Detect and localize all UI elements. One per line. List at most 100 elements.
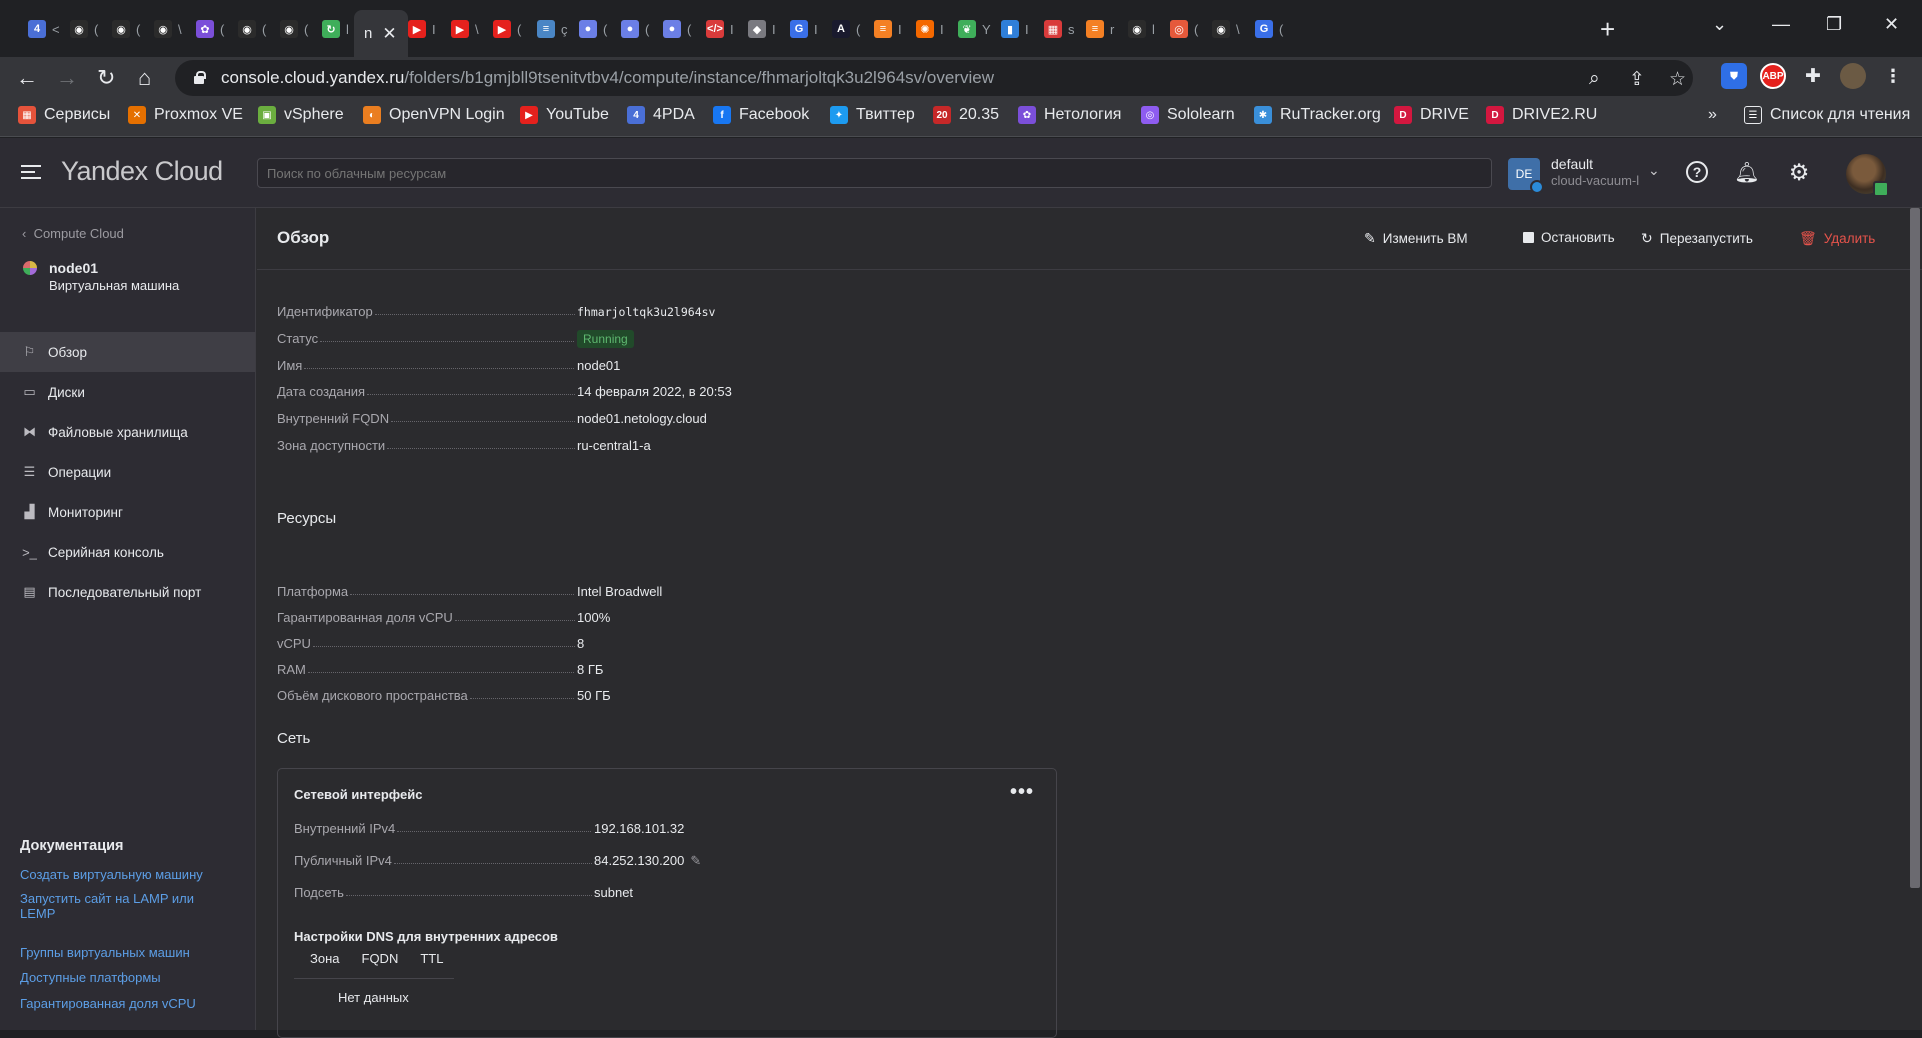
stop-vm-button[interactable]: Остановить — [1523, 230, 1615, 245]
tab-favicon-icon: ▮ — [1001, 20, 1019, 38]
sidebar-item-file-storage[interactable]: ⧓ Файловые хранилища — [0, 412, 255, 452]
internal-ipv4-key: Внутренний IPv4 — [294, 821, 592, 836]
bookmark-vsphere[interactable]: ▣ vSphere — [258, 106, 344, 124]
bookmark-label: 20.35 — [959, 106, 1000, 123]
bookmark-label: YouTube — [546, 106, 609, 123]
property-value: 14 февраля 2022, в 20:53 — [577, 384, 732, 400]
chevron-down-icon[interactable]: ⌄ — [1648, 162, 1660, 179]
vm-type: Виртуальная машина — [49, 278, 180, 293]
sidebar-item-port[interactable]: ▤ Последовательный порт — [0, 572, 255, 612]
tab-search-icon[interactable]: ⌄ — [1712, 14, 1727, 35]
menu-hamburger-icon[interactable] — [21, 165, 41, 179]
bookmark-star-icon[interactable]: ☆ — [1669, 68, 1686, 91]
delete-vm-button[interactable]: 🗑︎ Удалить — [1799, 230, 1875, 247]
close-window-button[interactable]: ✕ — [1884, 14, 1899, 35]
trash-icon: 🗑︎ — [1799, 230, 1817, 246]
url-host: console.cloud.yandex.ru — [221, 68, 405, 87]
doc-link[interactable]: Запустить сайт на LAMP или LEMP — [20, 891, 220, 921]
minimize-button[interactable]: — — [1772, 14, 1790, 35]
account-badge[interactable]: DE — [1508, 158, 1544, 194]
sidebar-item-flag[interactable]: ⚐ Обзор — [0, 332, 255, 372]
resource-search-input[interactable] — [257, 158, 1492, 188]
forward-icon[interactable]: → — [56, 65, 78, 91]
scrollbar[interactable] — [1910, 208, 1920, 1030]
vm-icon — [23, 261, 37, 275]
bookmark-4pda[interactable]: 4 4PDA — [627, 106, 695, 124]
youtube-icon: ▶ — [520, 106, 538, 124]
bitwarden-extension-icon[interactable]: ⛊ — [1721, 63, 1747, 89]
sidebar-item-label: Серийная консоль — [48, 544, 164, 560]
home-icon[interactable]: ⌂ — [138, 65, 151, 91]
more-bookmarks-button[interactable]: » — [1708, 106, 1717, 124]
browser-menu-icon[interactable]: ⋮ — [1880, 63, 1906, 89]
close-tab-icon[interactable]: ✕ — [382, 24, 396, 44]
url-path: /folders/b1gmjbll9tsenitvtbv4/compute/in… — [404, 68, 994, 87]
tab-title: \ — [1236, 21, 1240, 37]
sidebar-item-console[interactable]: >_ Серийная консоль — [0, 532, 255, 572]
share-icon[interactable]: ⇪ — [1629, 68, 1645, 91]
scrollbar-thumb[interactable] — [1910, 208, 1920, 888]
tab-title: l — [1152, 21, 1155, 37]
reload-icon[interactable]: ↻ — [97, 65, 115, 91]
edit-ip-pencil-icon[interactable]: ✎ — [690, 853, 701, 868]
public-ipv4-value: 84.252.130.200 — [594, 853, 685, 868]
page-header: Обзор ✎ Изменить ВМ Остановить ↻ Перезап… — [257, 208, 1922, 270]
bookmark-apps[interactable]: ▦ Сервисы — [18, 106, 110, 124]
property-value: node01.netology.cloud — [577, 411, 707, 427]
user-avatar[interactable] — [1846, 154, 1889, 197]
sidebar-item-disk[interactable]: ▭ Диски — [0, 372, 255, 412]
edit-vm-label: Изменить ВМ — [1382, 231, 1468, 246]
tab-title: ( — [1279, 21, 1284, 37]
bookmark-2035[interactable]: 20 20.35 — [933, 106, 999, 124]
bookmark-label: 4PDA — [653, 106, 695, 123]
doc-link[interactable]: Гарантированная доля vCPU — [20, 996, 220, 1011]
reading-list-icon: ☰ — [1744, 106, 1762, 124]
new-tab-button[interactable]: + — [1600, 14, 1615, 45]
dns-settings-title: Настройки DNS для внутренних адресов — [294, 929, 558, 944]
cloud-icon — [1530, 180, 1544, 194]
bookmark-sololearn[interactable]: ◎ Sololearn — [1141, 106, 1235, 124]
tab-title: I — [940, 21, 944, 37]
browser-tab-google-2[interactable]: G( — [1245, 12, 1295, 46]
extensions-puzzle-icon[interactable]: ✚ — [1800, 63, 1826, 89]
back-icon[interactable]: ← — [16, 65, 38, 91]
back-to-compute-link[interactable]: ‹ Compute Cloud — [22, 226, 124, 241]
console-header: Yandex Cloud DE default cloud-vacuum-l ⌄… — [0, 138, 1922, 208]
zoom-icon[interactable]: ⌕ — [1589, 68, 1600, 90]
tab-favicon-icon: ✿ — [196, 20, 214, 38]
doc-link[interactable]: Создать виртуальную машину — [20, 867, 220, 882]
address-bar[interactable]: console.cloud.yandex.ru/folders/b1gmjbll… — [175, 60, 1693, 96]
restore-button[interactable]: ❐ — [1826, 14, 1842, 35]
tab-title: ( — [856, 21, 861, 37]
lock-icon[interactable] — [191, 70, 207, 86]
browser-tab-youtube-3[interactable]: ▶( — [483, 12, 533, 46]
bookmark-drive[interactable]: D DRIVE — [1394, 106, 1469, 124]
gear-icon[interactable]: ⚙ — [1786, 159, 1812, 185]
tab-favicon-icon: G — [1255, 20, 1273, 38]
adblock-extension-icon[interactable]: ABP — [1760, 63, 1786, 89]
profile-avatar[interactable] — [1840, 63, 1866, 89]
sidebar-item-operations[interactable]: ☰ Операции — [0, 452, 255, 492]
sidebar-item-monitoring[interactable]: ▟ Мониторинг — [0, 492, 255, 532]
help-icon[interactable]: ? — [1684, 159, 1710, 185]
bell-icon[interactable]: 🔔︎ — [1734, 159, 1760, 185]
doc-link[interactable]: Доступные платформы — [20, 970, 220, 985]
yandex-cloud-logo[interactable]: Yandex Cloud — [61, 156, 223, 187]
more-actions-icon[interactable]: ••• — [1010, 781, 1034, 804]
bookmark-drive2[interactable]: D DRIVE2.RU — [1486, 106, 1597, 124]
bookmark-netology[interactable]: ✿ Нетология — [1018, 106, 1121, 124]
bookmark-openvpn[interactable]: ◐ OpenVPN Login — [363, 106, 505, 124]
property-key: Платформа — [277, 584, 575, 599]
bookmark-twitter[interactable]: ✦ Твиттер — [830, 106, 915, 124]
bookmark-facebook[interactable]: f Facebook — [713, 106, 809, 124]
cloud-name[interactable]: cloud-vacuum-l — [1551, 173, 1639, 188]
bookmark-proxmox[interactable]: ✕ Proxmox VE — [128, 106, 243, 124]
restart-vm-button[interactable]: ↻ Перезапустить — [1641, 230, 1753, 247]
reading-list-button[interactable]: ☰ Список для чтения — [1744, 106, 1910, 124]
doc-link[interactable]: Группы виртуальных машин — [20, 945, 220, 960]
subnet-link[interactable]: subnet — [594, 885, 633, 900]
edit-vm-button[interactable]: ✎ Изменить ВМ — [1364, 230, 1468, 247]
bookmark-youtube[interactable]: ▶ YouTube — [520, 106, 609, 124]
folder-name[interactable]: default — [1551, 156, 1593, 172]
bookmark-rutracker[interactable]: ✱ RuTracker.org — [1254, 106, 1381, 124]
